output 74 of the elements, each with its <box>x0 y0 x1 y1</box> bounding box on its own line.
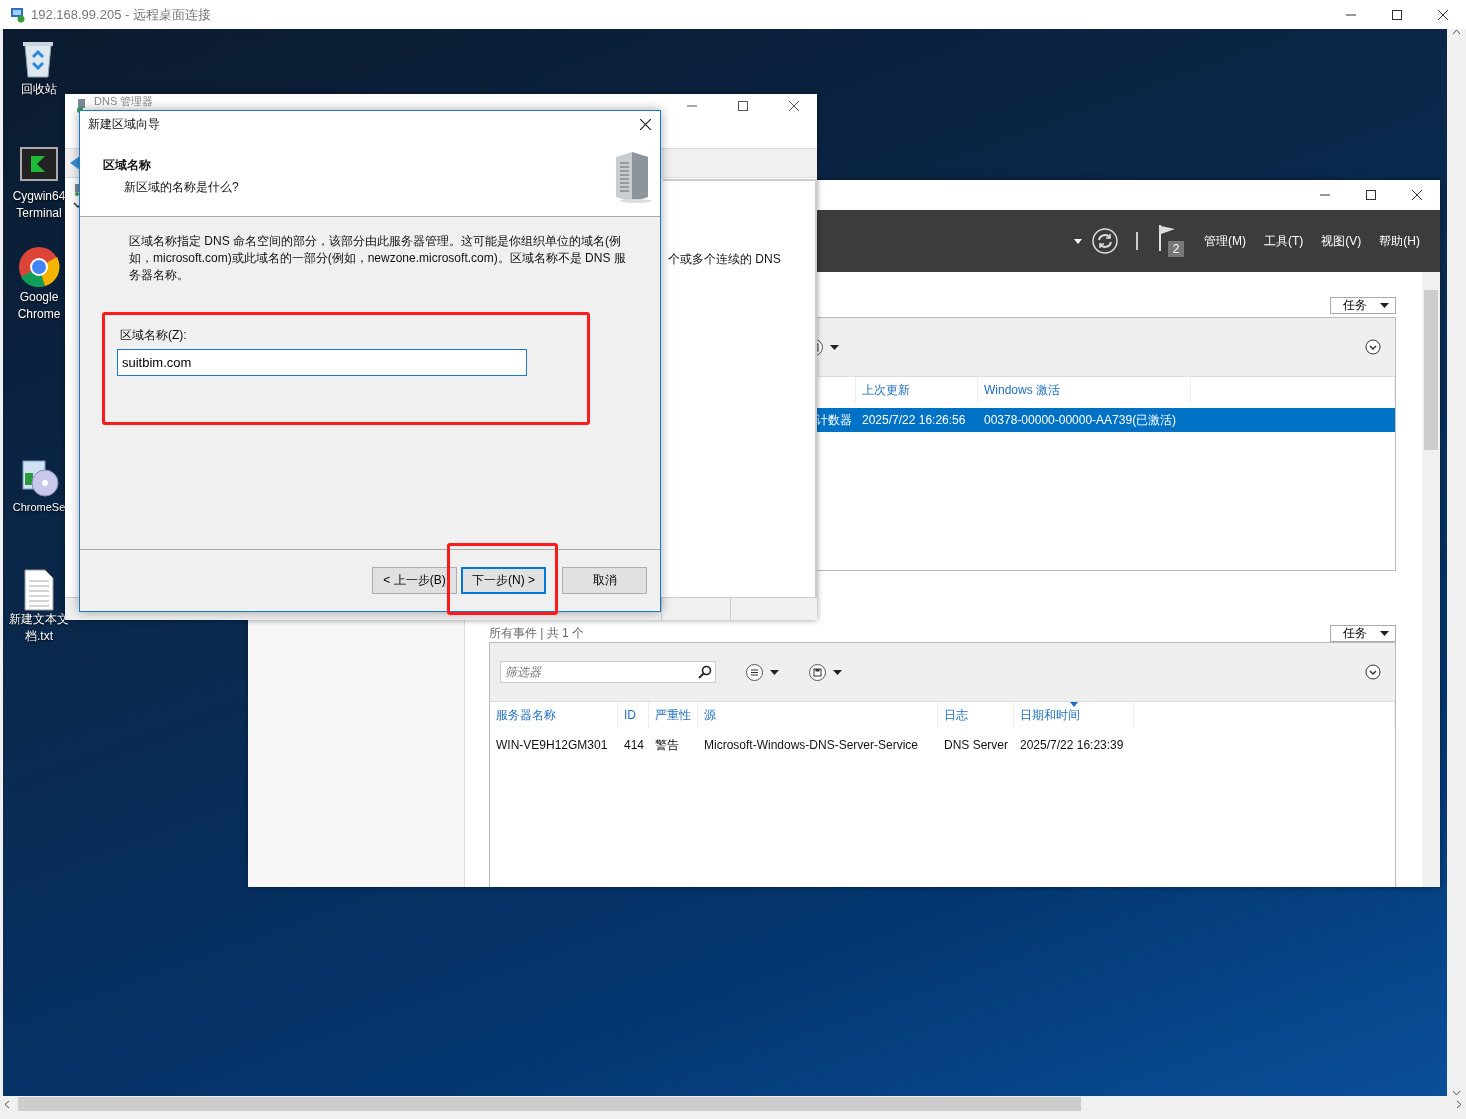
event-summary: 所有事件 | 共 1 个 <box>489 625 585 642</box>
dialog-title: 新建区域向导 <box>88 115 160 133</box>
maximize-icon[interactable] <box>738 101 748 111</box>
column-header[interactable]: 严重性 <box>649 702 698 728</box>
menu-item[interactable]: 工具(T) <box>1264 232 1304 250</box>
desktop-icon-label[interactable]: 回收站 <box>21 81 57 98</box>
table-cell-text: DNS Server <box>943 738 1009 752</box>
column-header[interactable]: 日期和时间 <box>1014 702 1134 728</box>
column-header[interactable]: 服务器名称 <box>490 702 618 728</box>
description-text: 区域名称指定 DNS 命名空间的部分，该部分由此服务器管理。这可能是你组织单位的域名(例如，microsoft.com)或此域名的一部分(例如，newzone.microsoft.com)。区域名称不是 DNS 服务器名称。 <box>129 233 627 284</box>
desktop-icon-label[interactable]: ChromeSe <box>12 499 66 516</box>
close-icon[interactable] <box>1412 190 1422 200</box>
column-header[interactable]: ID <box>618 702 649 728</box>
column-header[interactable]: 源 <box>698 702 938 728</box>
wizard-button[interactable]: 取消 <box>562 567 647 594</box>
scroll-up-icon[interactable] <box>1452 29 1461 35</box>
caret-icon <box>833 669 842 675</box>
scroll-left-icon[interactable] <box>4 1099 10 1109</box>
table-cell-text: 2025/7/22 16:23:39 <box>1019 738 1125 752</box>
table-cell-text: 414 <box>623 738 646 752</box>
window-title: DNS 管理器 <box>94 95 154 108</box>
table-cell-text: 计数器 <box>815 411 853 429</box>
desktop-icon-label[interactable]: Cygwin64 Terminal <box>9 188 69 222</box>
close-icon[interactable] <box>639 118 651 130</box>
expand-icon <box>1365 339 1381 355</box>
scroll-right-icon[interactable] <box>1456 1099 1462 1109</box>
list-icon <box>746 663 763 681</box>
column-header[interactable]: 日志 <box>938 702 1014 728</box>
filter-field[interactable]: 筛选器 <box>500 661 716 683</box>
remote-desktop-icon <box>10 6 26 23</box>
notification-badge: 2 <box>1168 241 1184 257</box>
table-cell-text: 2025/7/22 16:26:56 <box>861 413 967 427</box>
page-heading: 区域名称 <box>103 157 152 174</box>
wizard-button[interactable]: 下一步(N) > <box>461 567 546 594</box>
window-title: 192.168.99.205 - 远程桌面连接 <box>31 5 211 24</box>
zone-name-input[interactable]: suitbim.com <box>117 349 527 376</box>
table-cell-text: Microsoft-Windows-DNS-Server-Service <box>703 738 920 752</box>
caret-icon <box>1074 238 1082 244</box>
minimize-icon[interactable] <box>1346 13 1356 16</box>
scroll-down-icon[interactable] <box>1452 1090 1461 1096</box>
desktop-icon-label[interactable]: Google Chrome <box>9 289 69 323</box>
caret-icon <box>1380 303 1389 308</box>
expand-icon <box>1365 664 1381 680</box>
search-icon <box>698 665 712 679</box>
page-subheading: 新区域的名称是什么? <box>123 179 239 196</box>
table-row[interactable]: WIN-VE9H12GM301 414 警告 Microsoft-Windows-DNS-Server-Service DNS Server 2025/7/22 16:23:39 <box>490 733 1395 757</box>
caret-icon <box>1380 631 1389 636</box>
menu-item[interactable]: 管理(M) <box>1204 232 1246 250</box>
maximize-icon[interactable] <box>1366 190 1376 200</box>
menu-item[interactable]: 帮助(H) <box>1379 232 1420 250</box>
maximize-icon[interactable] <box>1392 9 1402 20</box>
chrome-icon <box>17 245 61 289</box>
menu-item[interactable]: 视图(V) <box>1321 232 1362 250</box>
wizard-button[interactable]: < 上一步(B) <box>372 567 457 594</box>
tasks-button[interactable]: 任务 <box>1330 297 1396 314</box>
field-label: 区域名称(Z): <box>119 327 188 344</box>
table-cell-text: 警告 <box>654 736 680 754</box>
column-header[interactable]: Windows 激活 <box>978 377 1191 403</box>
sort-arrow-icon <box>1069 702 1078 707</box>
caret-icon <box>770 669 779 675</box>
tasks-button[interactable]: 任务 <box>1330 625 1396 642</box>
table-cell-text: WIN-VE9H12GM301 <box>495 738 609 752</box>
save-query-button[interactable] <box>809 663 842 681</box>
table-cell-text: 00378-00000-00000-AA739(已激活) <box>983 411 1178 429</box>
vertical-scrollbar[interactable] <box>1422 272 1440 887</box>
close-icon[interactable] <box>1438 9 1448 20</box>
close-icon[interactable] <box>789 101 799 111</box>
description-text: 个或多个连续的 DNS <box>668 252 781 266</box>
notifications-flag[interactable]: 2 <box>1156 225 1186 257</box>
refresh-icon <box>1092 228 1118 254</box>
column-header[interactable]: 上次更新 <box>856 377 978 403</box>
caret-icon <box>830 344 839 350</box>
view-options-button[interactable] <box>746 663 779 681</box>
desktop-icon-label[interactable]: 新建文本文档.txt <box>9 611 69 645</box>
